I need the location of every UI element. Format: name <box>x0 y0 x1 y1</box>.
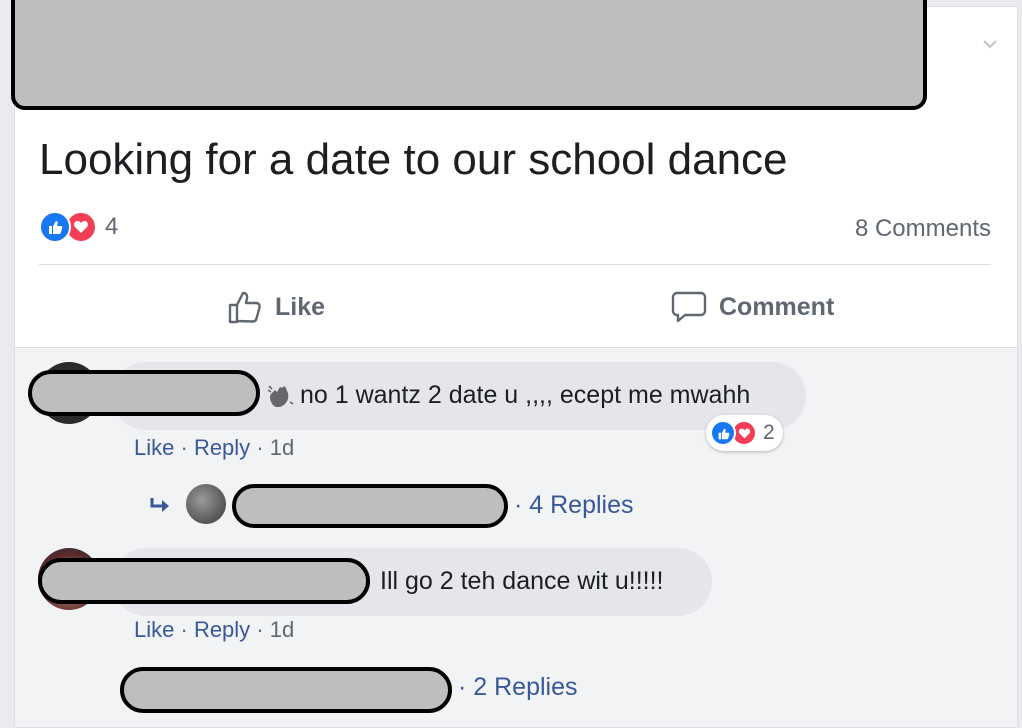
comment-reactions[interactable]: 2 <box>706 415 783 451</box>
comment-text: Ill go 2 teh dance wit u!!!!! <box>380 567 664 595</box>
like-button[interactable]: Like <box>227 289 325 325</box>
reply-separator: · <box>458 673 474 701</box>
comment-meta: Like · Reply · 1d <box>134 617 295 642</box>
comment-reply-link[interactable]: Reply <box>194 617 250 642</box>
view-replies-link[interactable]: · 4 Replies <box>514 491 634 520</box>
post-reactions[interactable]: 4 <box>39 211 118 243</box>
reply-separator: · <box>514 491 530 519</box>
comment-like-link[interactable]: Like <box>134 435 174 460</box>
wave-icon <box>267 385 294 408</box>
avatar[interactable] <box>186 484 226 524</box>
reaction-count: 2 <box>763 421 775 444</box>
comment-button[interactable]: Comment <box>671 289 834 325</box>
reply-arrow-icon <box>150 498 169 512</box>
chevron-down-icon[interactable] <box>983 37 997 51</box>
comment-like-link[interactable]: Like <box>134 617 174 642</box>
divider <box>39 264 991 265</box>
like-reaction-icon <box>710 420 736 446</box>
replies-count: 2 Replies <box>473 673 578 701</box>
replies-count: 4 Replies <box>529 491 634 519</box>
reaction-count: 4 <box>105 213 119 240</box>
comment-meta: Like · Reply · 1d <box>134 435 295 460</box>
comments-count-link[interactable]: 8 Comments <box>855 215 991 243</box>
comment-time: 1d <box>269 617 295 642</box>
redacted-replier-name <box>120 667 452 713</box>
thumbs-up-icon <box>228 291 261 324</box>
comment-text: no 1 wantz 2 date u ,,,, ecept me mwahh <box>300 381 751 409</box>
comment-time: 1d <box>269 435 295 460</box>
speech-bubble-icon <box>671 291 707 323</box>
redacted-replier-name <box>232 484 508 528</box>
like-reaction-icon <box>39 211 71 243</box>
redacted-post-image <box>11 0 927 110</box>
redacted-commenter-name <box>28 370 260 416</box>
redacted-commenter-name <box>38 558 370 604</box>
comment-reply-link[interactable]: Reply <box>194 435 250 460</box>
comment-label: Comment <box>719 292 835 321</box>
post-text: Looking for a date to our school dance <box>39 135 788 184</box>
like-label: Like <box>275 292 326 321</box>
view-replies-link[interactable]: · 2 Replies <box>458 673 578 702</box>
